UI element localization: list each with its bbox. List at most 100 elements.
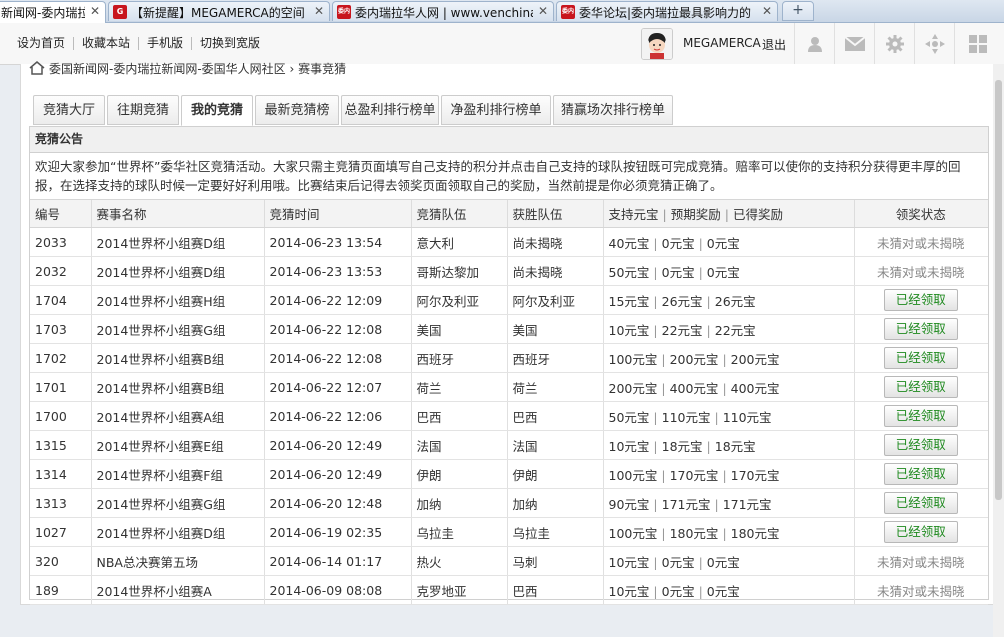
cell-status: 已经领取 <box>854 285 988 315</box>
col-time: 竞猜时间 <box>264 200 412 228</box>
cell-time: 2014-06-19 02:35 <box>264 517 412 547</box>
cell-team: 西班牙 <box>411 343 508 373</box>
cell-time: 2014-06-22 12:08 <box>264 343 412 373</box>
breadcrumb-text[interactable]: 委国新闻网-委内瑞拉新闻网-委国华人网社区 › 赛事竞猜 <box>49 62 346 76</box>
cell-id: 1314 <box>30 459 92 489</box>
claimed-button[interactable]: 已经领取 <box>883 289 958 311</box>
favicon-icon: G <box>113 5 127 19</box>
claimed-button[interactable]: 已经领取 <box>883 405 958 427</box>
scrollbar-thumb[interactable] <box>995 80 1002 500</box>
cell-winner: 马刺 <box>507 546 604 576</box>
claimed-button[interactable]: 已经领取 <box>883 318 958 340</box>
received-reward: 200元宝 <box>730 351 780 367</box>
table-row: 1702 2014世界杯小组赛B组 2014-06-22 12:08 西班牙 西班牙 10… <box>30 343 988 373</box>
claimed-button[interactable]: 已经领取 <box>883 463 958 485</box>
col-winner: 获胜队伍 <box>507 200 604 228</box>
support-amount: 100元宝 <box>608 351 658 367</box>
col-amounts: 支持元宝 | 预期奖励 | 已得奖励 <box>603 200 855 228</box>
browser-tab-strip: 新闻网-委内瑞拉 ✕ G 【新提醒】MEGAMERCA的空间 ✕ 委内 委内瑞拉… <box>0 0 1004 23</box>
tab-hall[interactable]: 竞猜大厅 <box>33 95 105 125</box>
set-homepage-link[interactable]: 设为首页 <box>9 37 75 50</box>
browser-tab-forum[interactable]: 委内 委华论坛|委内瑞拉最具影响力的 ✕ <box>556 1 778 21</box>
claimed-button[interactable]: 已经领取 <box>883 347 958 369</box>
logout-link[interactable]: 退出 <box>762 36 786 53</box>
cell-status: 已经领取 <box>854 372 988 402</box>
username[interactable]: MEGAMERCA <box>683 36 761 50</box>
cell-time: 2014-06-22 12:07 <box>264 372 412 402</box>
wide-mode-link[interactable]: 切换到宽版 <box>192 37 268 50</box>
status-text: 未猜对或未揭晓 <box>876 554 965 570</box>
cell-time: 2014-06-22 12:09 <box>264 285 412 315</box>
tab-latest-ranking[interactable]: 最新竞猜榜 <box>255 95 339 125</box>
settings-button[interactable] <box>874 23 915 64</box>
cell-team: 克罗地亚 <box>411 575 508 605</box>
claimed-button[interactable]: 已经领取 <box>883 521 958 543</box>
cell-amounts: 10元宝 | 0元宝 | 0元宝 <box>603 546 855 576</box>
breadcrumb: 委国新闻网-委内瑞拉新闻网-委国华人网社区 › 赛事竞猜 <box>29 60 346 77</box>
cell-status: 已经领取 <box>854 459 988 489</box>
browser-tab-space[interactable]: G 【新提醒】MEGAMERCA的空间 ✕ <box>108 1 330 21</box>
expected-reward: 400元宝 <box>669 380 719 396</box>
tab-wins-ranking[interactable]: 猜赢场次排行榜单 <box>553 95 673 125</box>
cell-winner: 加纳 <box>507 488 604 518</box>
table-row: 1314 2014世界杯小组赛F组 2014-06-20 12:49 伊朗 伊朗 100元… <box>30 459 988 489</box>
cell-status: 已经领取 <box>854 430 988 460</box>
cell-amounts: 10元宝 | 18元宝 | 18元宝 <box>603 430 855 460</box>
cell-id: 1703 <box>30 314 92 344</box>
favicon-icon: 委内 <box>337 5 351 19</box>
cell-id: 1027 <box>30 517 92 547</box>
home-icon[interactable] <box>29 61 45 75</box>
mobile-link[interactable]: 手机版 <box>139 37 193 50</box>
cell-team: 巴西 <box>411 401 508 431</box>
grid-icon <box>969 34 987 53</box>
bets-table: 编号 赛事名称 竞猜时间 竞猜队伍 获胜队伍 支持元宝 | 预期奖励 | 已得奖励 领奖… <box>30 200 988 605</box>
cell-team: 荷兰 <box>411 372 508 402</box>
close-icon[interactable]: ✕ <box>537 4 549 18</box>
cell-time: 2014-06-23 13:53 <box>264 256 412 286</box>
navigate-button[interactable] <box>914 23 955 64</box>
cell-id: 1700 <box>30 401 92 431</box>
tab-total-profit[interactable]: 总盈利排行榜单 <box>341 95 439 125</box>
cell-id: 1702 <box>30 343 92 373</box>
close-icon[interactable]: ✕ <box>89 4 101 18</box>
claimed-button[interactable]: 已经领取 <box>883 492 958 514</box>
cell-status: 未猜对或未揭晓 <box>854 227 988 257</box>
mail-button[interactable] <box>834 23 875 64</box>
cell-status: 已经领取 <box>854 343 988 373</box>
cell-match: 2014世界杯小组赛A组 <box>91 401 265 431</box>
claimed-button[interactable]: 已经领取 <box>883 376 958 398</box>
table-row: 1027 2014世界杯小组赛D组 2014-06-19 02:35 乌拉圭 乌拉圭 10… <box>30 517 988 547</box>
cell-team: 美国 <box>411 314 508 344</box>
browser-tab-news[interactable]: 新闻网-委内瑞拉 ✕ <box>0 1 106 23</box>
table-header-row: 编号 赛事名称 竞猜时间 竞猜队伍 获胜队伍 支持元宝 | 预期奖励 | 已得奖励 领奖… <box>30 200 988 228</box>
cell-amounts: 200元宝 | 400元宝 | 400元宝 <box>603 372 855 402</box>
table-row: 189 2014世界杯小组赛A 2014-06-09 08:08 克罗地亚 巴西 10元宝… <box>30 575 988 605</box>
bets-panel: 竞猜公告 欢迎大家参加“世界杯”委华社区竞猜活动。大家只需主竞猜页面填写自己支持… <box>29 126 989 605</box>
browser-tab-title: 【新提醒】MEGAMERCA的空间 <box>131 6 305 20</box>
tab-mine[interactable]: 我的竞猜 <box>181 95 253 126</box>
cell-time: 2014-06-14 01:17 <box>264 546 412 576</box>
navigate-icon <box>925 33 945 54</box>
expected-reward: 200元宝 <box>669 351 719 367</box>
browser-tab-title: 委内瑞拉华人网 | www.venchina <box>355 6 533 20</box>
table-row: 1701 2014世界杯小组赛B组 2014-06-22 12:07 荷兰 荷兰 200元… <box>30 372 988 402</box>
expected-reward: 26元宝 <box>661 293 703 309</box>
cell-amounts: 10元宝 | 22元宝 | 22元宝 <box>603 314 855 344</box>
tab-past[interactable]: 往期竞猜 <box>107 95 179 125</box>
new-tab-button[interactable]: + <box>782 1 814 21</box>
cell-team: 意大利 <box>411 227 508 257</box>
support-amount: 200元宝 <box>608 380 658 396</box>
bookmark-link[interactable]: 收藏本站 <box>74 37 140 50</box>
close-icon[interactable]: ✕ <box>313 4 325 18</box>
browser-tab-venchina[interactable]: 委内 委内瑞拉华人网 | www.venchina ✕ <box>332 1 554 21</box>
tab-net-profit[interactable]: 净盈利排行榜单 <box>441 95 551 125</box>
expected-reward: 0元宝 <box>661 583 695 599</box>
avatar[interactable] <box>641 28 673 60</box>
cell-id: 320 <box>30 546 92 576</box>
close-icon[interactable]: ✕ <box>761 4 773 18</box>
col-status: 领奖状态 <box>854 200 988 228</box>
apps-button[interactable] <box>954 23 1001 64</box>
cell-id: 1315 <box>30 430 92 460</box>
claimed-button[interactable]: 已经领取 <box>883 434 958 456</box>
user-button[interactable] <box>794 23 835 64</box>
